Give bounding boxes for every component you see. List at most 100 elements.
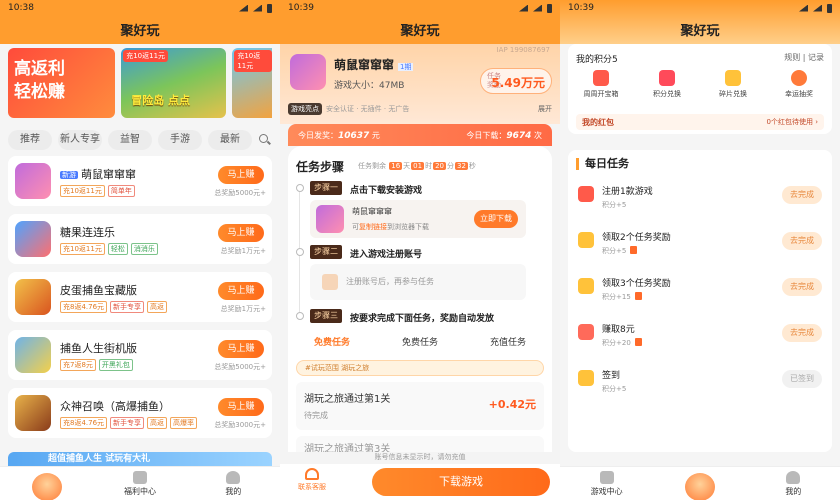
period-tag: 1期: [398, 63, 414, 71]
step1-box: 萌鼠窜窜窜 可复制链接到浏览器下载 立即下载: [310, 200, 526, 238]
screen-game-detail: 10:39 聚好玩 萌鼠窜窜窜 1期 游戏大小：47MB IAP 19908769…: [280, 0, 560, 500]
tab-puzzle[interactable]: 益智: [108, 130, 152, 150]
tab-game-center[interactable]: 游戏中心: [560, 467, 653, 500]
list-item: 签到积分+5 已签到: [568, 362, 832, 406]
list-item: 赚取8元 积分+20 去完成: [568, 316, 832, 360]
list-item[interactable]: 糖果连连乐 充10返11元 轻松 消消乐 马上赚 总奖励1万元+: [8, 214, 272, 264]
game-name: 新游 萌鼠窜窜窜: [60, 168, 136, 181]
step2-box: 注册账号后，再参与任务: [310, 264, 526, 300]
gift-icon: [132, 471, 147, 484]
go-complete-button[interactable]: 去完成: [782, 278, 822, 296]
tab-free-tasks-2[interactable]: 免费任务: [376, 332, 464, 354]
banner-next[interactable]: 充10返11元: [232, 48, 272, 118]
wheel-icon: [791, 70, 807, 86]
game-size: 游戏大小：47MB: [334, 81, 405, 91]
download-now-button[interactable]: 立即下载: [474, 210, 518, 228]
game-icon: [15, 163, 51, 199]
page-title: 聚好玩: [680, 24, 720, 39]
total-reward: 总奖励1万元+: [220, 247, 266, 255]
task-title: 赚取8元: [602, 325, 635, 335]
list-item: 注册1款游戏 积分+5 去完成: [568, 178, 832, 222]
points-actions: 周周开宝箱 积分兑换 碎片兑换 幸运抽奖: [568, 70, 832, 99]
tag: 高返: [147, 301, 168, 313]
step1-badge: 步骤一: [310, 181, 342, 195]
red-packet-icon: [634, 292, 642, 300]
tag: 消消乐: [130, 243, 158, 255]
tab-latest[interactable]: 最新: [208, 130, 252, 150]
tab-free-tasks[interactable]: 免费任务: [288, 332, 376, 354]
tag: 充10返11元: [60, 185, 105, 197]
list-item[interactable]: 众神召唤（高爆捕鱼） 充8返4.76元 新手专享 高返 高爆率 马上赚 总奖励3000…: [8, 388, 272, 438]
signed-in-button[interactable]: 已签到: [782, 370, 822, 388]
gamepad-icon: [599, 471, 614, 484]
game-icon: [316, 205, 344, 233]
red-packet-icon: [634, 338, 642, 346]
list-item: 领取3个任务奖励 积分+15 去完成: [568, 270, 832, 314]
total-reward: 总奖励5000元+: [214, 363, 266, 371]
weekly-chest[interactable]: 周周开宝箱: [568, 70, 634, 99]
earn-button[interactable]: 马上赚: [218, 340, 264, 358]
banner-game[interactable]: 充10返11元 冒险岛 点点: [121, 48, 227, 118]
step2-badge: 步骤二: [310, 245, 342, 259]
tag: 充8返4.76元: [60, 301, 108, 313]
step3-badge: 步骤三: [310, 309, 342, 323]
screen-game-list: 10:38 聚好玩 高返利 轻松赚 充10返11元 冒险岛 点点 充10返11元 …: [0, 0, 280, 500]
tab-mascot[interactable]: [653, 467, 746, 500]
earn-button[interactable]: 马上赚: [218, 224, 264, 242]
earn-button[interactable]: 马上赚: [218, 166, 264, 184]
battery-icon: [547, 3, 552, 13]
banner-game-title: 冒险岛 点点: [131, 94, 191, 107]
tab-recharge-tasks[interactable]: 充值任务: [464, 332, 552, 354]
tab-mine[interactable]: 我的: [187, 467, 280, 500]
lucky-draw[interactable]: 幸运抽奖: [766, 70, 832, 99]
tab-mine[interactable]: 我的: [747, 467, 840, 500]
wifi-icon: [799, 4, 808, 12]
search-icon[interactable]: [258, 133, 272, 147]
list-item[interactable]: 捕鱼人生街机版 充7返8元 开黑礼包 马上赚 总奖励5000元+: [8, 330, 272, 380]
go-complete-button[interactable]: 去完成: [782, 324, 822, 342]
red-packet-row[interactable]: 我的红包 0个红包待使用 ›: [576, 114, 824, 130]
banner-carousel[interactable]: 高返利 轻松赚 充10返11元 冒险岛 点点 充10返11元: [8, 48, 272, 118]
list-item[interactable]: 皮蛋捕鱼宝藏版 充8返4.76元 新手专享 高返 马上赚 总奖励1万元+: [8, 272, 272, 322]
task-title: 签到: [602, 371, 621, 381]
earn-button[interactable]: 马上赚: [218, 398, 264, 416]
task-card[interactable]: 湖玩之旅通过第1关 待完成 +0.42元: [296, 382, 544, 430]
records-link[interactable]: 记录: [808, 53, 824, 62]
copy-link[interactable]: 复制链接: [359, 223, 387, 231]
person-icon: [786, 471, 801, 484]
rules-link[interactable]: 规则: [784, 53, 800, 62]
step2-hint: 注册账号后，再参与任务: [346, 277, 434, 286]
tab-welfare[interactable]: 福利中心: [93, 467, 186, 500]
tab-mascot[interactable]: [0, 467, 93, 500]
service-button[interactable]: 联系客服: [298, 468, 326, 492]
tab-mobile[interactable]: 手游: [158, 130, 202, 150]
page-title: 聚好玩: [400, 24, 440, 39]
go-complete-button[interactable]: 去完成: [782, 186, 822, 204]
gift-icon: [659, 70, 675, 86]
tag: 高返: [147, 417, 168, 429]
task-title: 领取3个任务奖励: [602, 279, 671, 289]
step-dot: [296, 248, 304, 256]
go-complete-button[interactable]: 去完成: [782, 232, 822, 250]
bottom-action-bar: 联系客服 下载游戏: [280, 464, 560, 500]
points-links: 规则 | 记录: [784, 53, 824, 62]
task-card[interactable]: 湖玩之旅通过第3关: [296, 436, 544, 455]
fragment-exchange[interactable]: 碎片兑换: [700, 70, 766, 99]
tag: 新手专享: [110, 301, 145, 313]
earn-button[interactable]: 马上赚: [218, 282, 264, 300]
step1-game-name: 萌鼠窜窜窜: [352, 207, 392, 216]
list-item[interactable]: 新游 萌鼠窜窜窜 充10返11元 简单年 马上赚 总奖励5000元+: [8, 156, 272, 206]
reward-box: 任务奖励 5.49万元: [480, 68, 552, 94]
expand-button[interactable]: 展开: [538, 104, 552, 114]
banner-rebate[interactable]: 高返利 轻松赚: [8, 48, 116, 118]
tab-recommend[interactable]: 推荐: [8, 130, 52, 150]
tab-newbie[interactable]: 新人专享: [58, 130, 102, 150]
status-bar: 10:39: [280, 0, 560, 16]
game-icon: [578, 186, 594, 202]
bottom-banner[interactable]: 超值捕鱼人生 试玩有大礼: [8, 452, 272, 466]
points-exchange[interactable]: 积分兑换: [634, 70, 700, 99]
tag: 轻松: [107, 243, 128, 255]
download-game-button[interactable]: 下载游戏: [372, 468, 550, 496]
red-packet-icon: [630, 246, 638, 254]
task-points: 积分+5: [602, 385, 627, 393]
